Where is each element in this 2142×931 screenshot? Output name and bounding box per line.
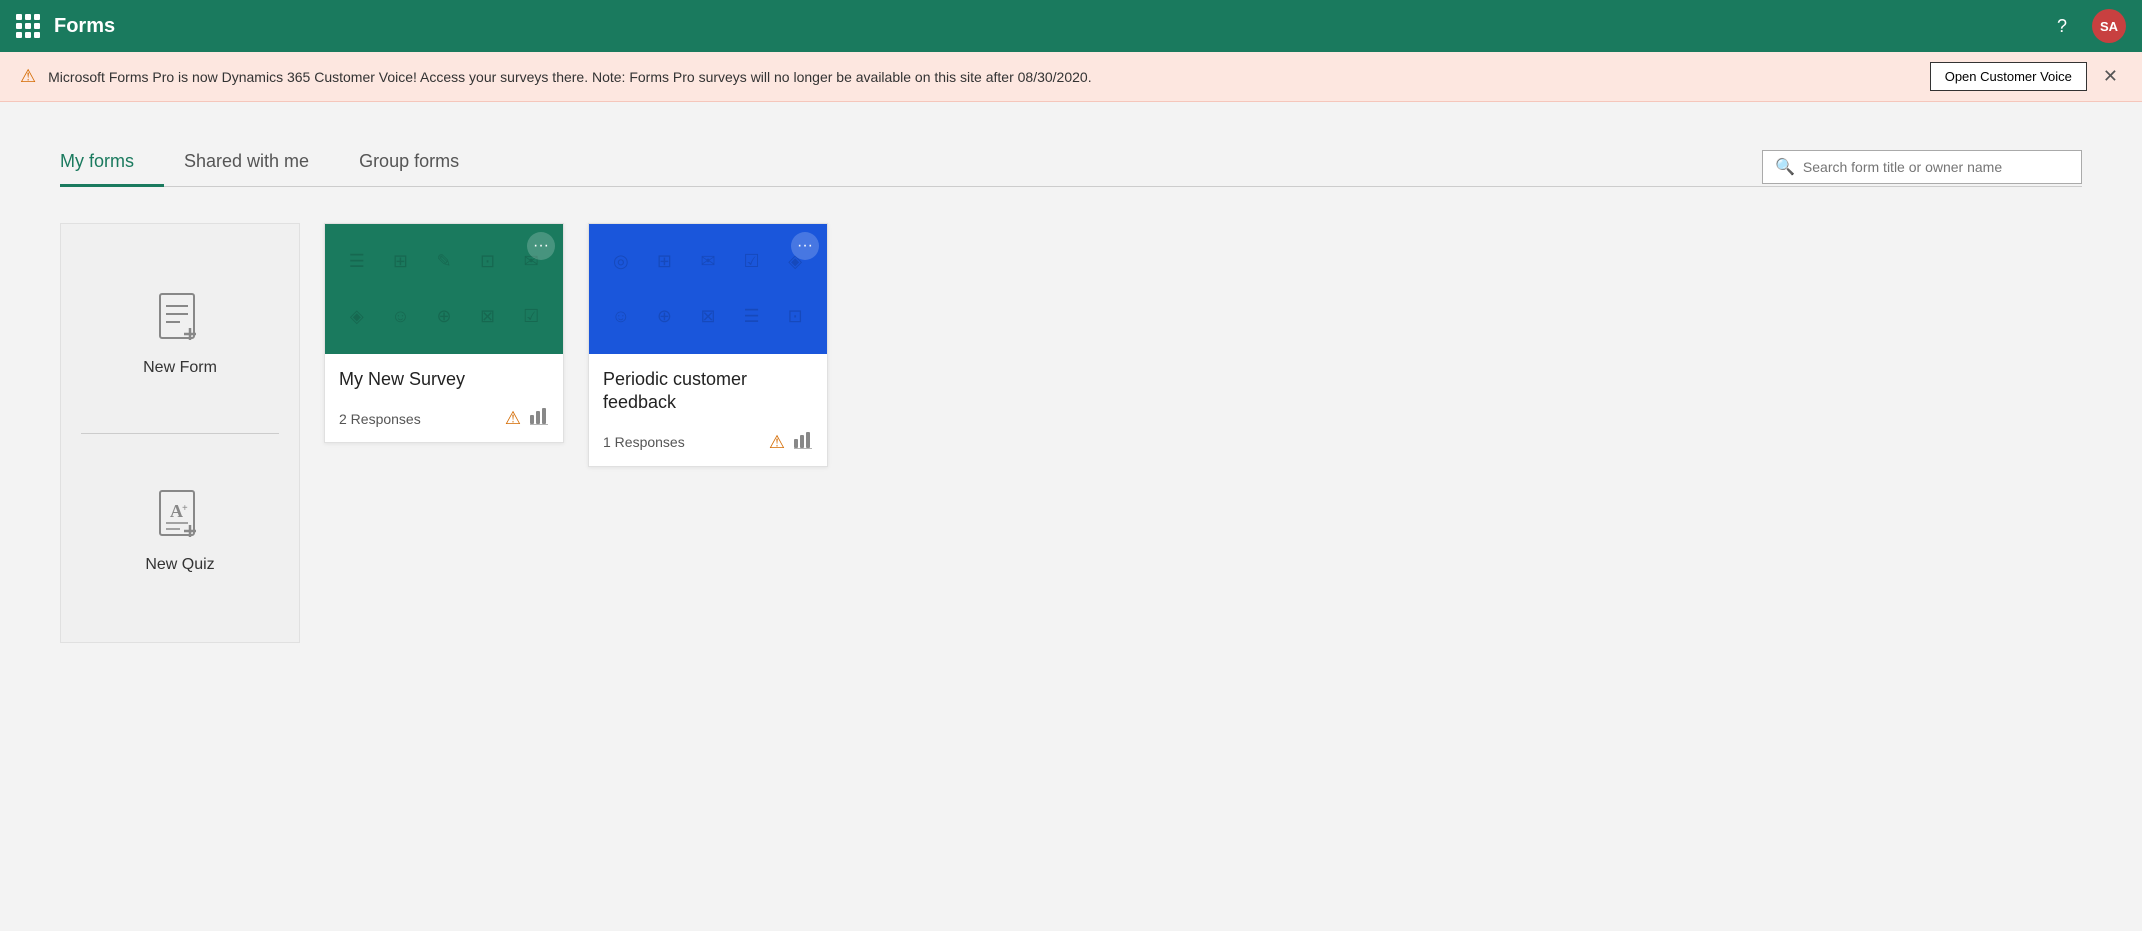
close-banner-icon[interactable]: ✕ xyxy=(2099,66,2122,87)
search-input[interactable] xyxy=(1803,159,2069,175)
form-card-0[interactable]: ☰ ⊞ ✎ ⊡ ✉ ◈ ☺ ⊕ ⊠ ☑ ··· My New Survey 2 … xyxy=(324,223,564,443)
chart-icon-1[interactable] xyxy=(793,431,813,454)
chart-icon-0[interactable] xyxy=(529,407,549,430)
form-card-title-0: My New Survey xyxy=(339,368,549,391)
open-customer-voice-button[interactable]: Open Customer Voice xyxy=(1930,62,2087,91)
form-card-more-button-1[interactable]: ··· xyxy=(791,232,819,260)
cards-area: New Form A + New Quiz xyxy=(60,223,2082,643)
form-card-body-0: My New Survey xyxy=(325,354,563,399)
tab-shared-with-me[interactable]: Shared with me xyxy=(184,143,339,187)
new-quiz-label: New Quiz xyxy=(145,556,214,574)
form-card-footer-1: 1 Responses ⚠ xyxy=(589,423,827,466)
form-card-thumbnail-1: ◎ ⊞ ✉ ☑ ◈ ☺ ⊕ ⊠ ☰ ⊡ ··· xyxy=(589,224,827,354)
responses-count-1: 1 Responses xyxy=(603,434,685,450)
new-item-card[interactable]: New Form A + New Quiz xyxy=(60,223,300,643)
header-left: Forms xyxy=(16,14,115,38)
form-card-thumbnail-0: ☰ ⊞ ✎ ⊡ ✉ ◈ ☺ ⊕ ⊠ ☑ ··· xyxy=(325,224,563,354)
warning-icon-0: ⚠ xyxy=(505,408,521,429)
svg-text:+: + xyxy=(182,503,188,514)
help-icon[interactable]: ? xyxy=(2048,12,2076,40)
app-title: Forms xyxy=(54,15,115,38)
banner-message: Microsoft Forms Pro is now Dynamics 365 … xyxy=(48,69,1918,85)
banner-warning-icon: ⚠ xyxy=(20,66,36,87)
tab-group-forms[interactable]: Group forms xyxy=(359,143,489,187)
form-card-title-1: Periodic customer feedback xyxy=(603,368,813,415)
header-right: ? SA xyxy=(2048,9,2126,43)
waffle-menu-icon[interactable] xyxy=(16,14,40,38)
search-icon: 🔍 xyxy=(1775,157,1795,177)
app-header: Forms ? SA xyxy=(0,0,2142,52)
new-quiz-icon: A + xyxy=(156,489,204,546)
tabs-bar: My forms Shared with me Group forms 🔍 xyxy=(60,142,2082,187)
search-box: 🔍 xyxy=(1762,150,2082,184)
footer-icons-1: ⚠ xyxy=(769,431,813,454)
new-form-section[interactable]: New Form xyxy=(61,224,299,433)
avatar[interactable]: SA xyxy=(2092,9,2126,43)
form-card-more-button-0[interactable]: ··· xyxy=(527,232,555,260)
form-card-body-1: Periodic customer feedback xyxy=(589,354,827,423)
responses-count-0: 2 Responses xyxy=(339,411,421,427)
form-card-1[interactable]: ◎ ⊞ ✉ ☑ ◈ ☺ ⊕ ⊠ ☰ ⊡ ··· Periodic custome… xyxy=(588,223,828,467)
tab-my-forms[interactable]: My forms xyxy=(60,143,164,187)
new-form-icon xyxy=(156,292,204,349)
new-quiz-section[interactable]: A + New Quiz xyxy=(61,434,299,643)
new-form-label: New Form xyxy=(143,359,217,377)
warning-icon-1: ⚠ xyxy=(769,432,785,453)
notification-banner: ⚠ Microsoft Forms Pro is now Dynamics 36… xyxy=(0,52,2142,102)
form-card-footer-0: 2 Responses ⚠ xyxy=(325,399,563,442)
main-content: My forms Shared with me Group forms 🔍 xyxy=(0,102,2142,683)
footer-icons-0: ⚠ xyxy=(505,407,549,430)
